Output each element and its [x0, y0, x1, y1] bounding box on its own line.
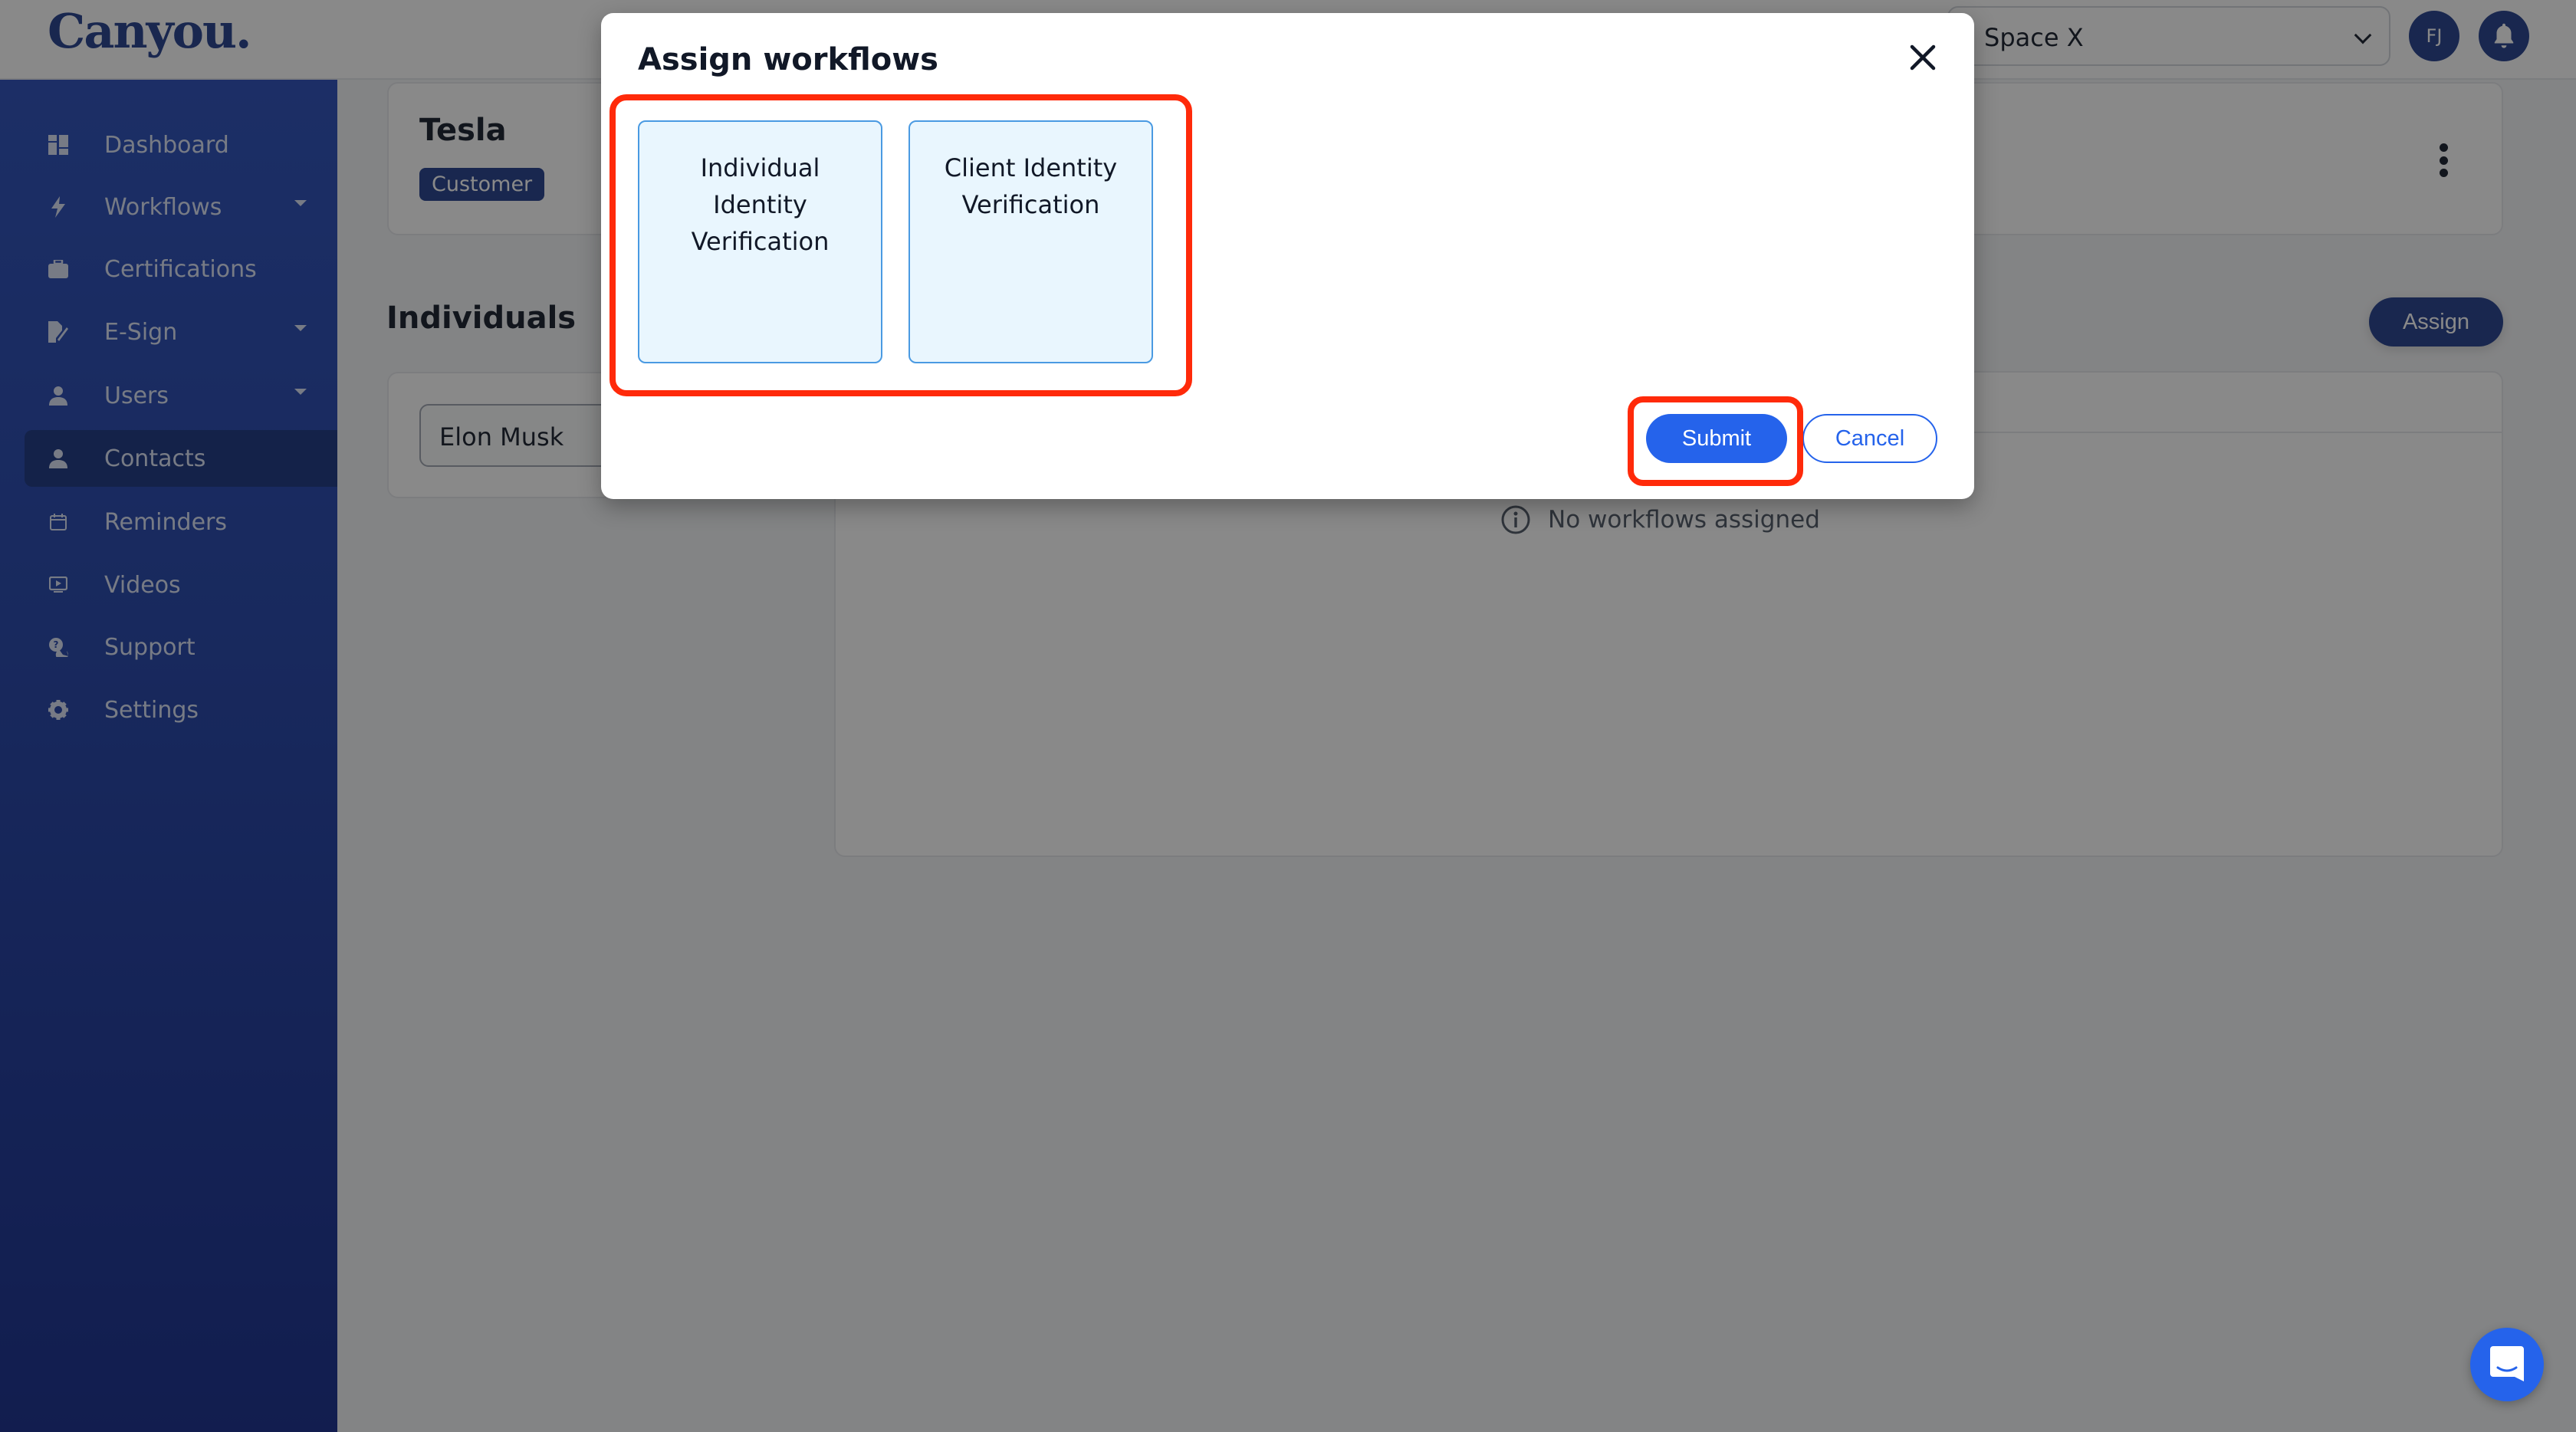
submit-button[interactable]: Submit — [1646, 414, 1787, 463]
close-button[interactable] — [1904, 39, 1941, 76]
workflow-option-label: Individual Identity Verification — [691, 153, 830, 256]
modal-title: Assign workflows — [638, 42, 938, 77]
chat-icon — [2490, 1346, 2524, 1381]
chat-launcher-button[interactable] — [2470, 1328, 2544, 1401]
cancel-button[interactable]: Cancel — [1802, 414, 1937, 463]
assign-workflows-modal: Assign workflows Individual Identity Ver… — [601, 13, 1974, 499]
close-icon — [1910, 44, 1936, 71]
workflow-option-client-identity-verification[interactable]: Client Identity Verification — [909, 120, 1153, 363]
workflow-option-individual-identity-verification[interactable]: Individual Identity Verification — [638, 120, 882, 363]
workflow-option-label: Client Identity Verification — [944, 153, 1118, 219]
